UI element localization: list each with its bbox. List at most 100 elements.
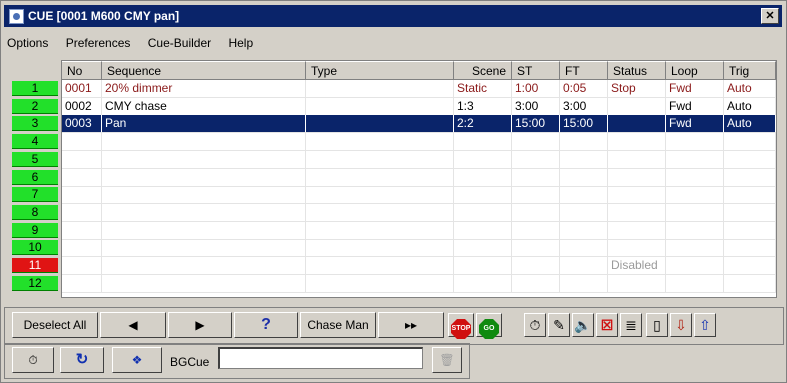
close-button[interactable]: ✕ — [761, 8, 779, 24]
cell-status — [608, 97, 666, 115]
col-header-sequence[interactable]: Sequence — [102, 61, 306, 80]
col-header-st[interactable]: ST — [512, 61, 560, 80]
col-header-type[interactable]: Type — [306, 61, 454, 80]
cell-sequence — [102, 133, 306, 151]
playback-button-12[interactable]: 12 — [12, 275, 58, 291]
table-row[interactable] — [62, 239, 776, 258]
cell-status — [608, 274, 666, 292]
stop-button[interactable]: STOP — [448, 313, 474, 339]
playback-button-5[interactable]: 5 — [12, 151, 58, 167]
table-row[interactable]: Disabled — [62, 257, 776, 275]
trash-button[interactable]: 🗑 — [432, 347, 462, 373]
playback-button-2[interactable]: 2 — [12, 98, 58, 114]
cell-loop — [666, 257, 724, 274]
cell-scene: 2:2 — [454, 115, 512, 133]
table-row[interactable] — [62, 150, 776, 169]
import-button[interactable]: ⇩ — [670, 313, 692, 337]
export-button[interactable]: ⇧ — [694, 313, 716, 337]
table-row[interactable] — [62, 168, 776, 187]
col-header-scene[interactable]: Scene — [454, 61, 512, 80]
cell-ft — [560, 203, 608, 221]
cell-trig — [724, 257, 776, 274]
title-bar: CUE [0001 M600 CMY pan] ✕ — [4, 5, 782, 27]
playback-button-8[interactable]: 8 — [12, 204, 58, 220]
cell-status — [608, 115, 666, 133]
table-row[interactable]: 0001 20% dimmer Static 1:00 0:05 Stop Fwd Auto — [62, 80, 776, 98]
cell-no — [62, 133, 102, 151]
cell-no — [62, 274, 102, 292]
menu-options[interactable]: Options — [7, 36, 48, 50]
col-header-loop[interactable]: Loop — [666, 61, 724, 80]
table-row[interactable] — [62, 186, 776, 205]
table-row[interactable]: 0002 CMY chase 1:3 3:00 3:00 Fwd Auto — [62, 97, 776, 116]
menu-preferences[interactable]: Preferences — [66, 36, 131, 50]
cell-type — [306, 115, 454, 133]
cell-scene — [454, 257, 512, 274]
playback-button-11[interactable]: 11 — [12, 258, 58, 273]
cell-sequence — [102, 221, 306, 239]
deselect-all-button[interactable]: Deselect All — [12, 312, 98, 338]
table-row[interactable] — [62, 221, 776, 240]
timer-mode-button[interactable]: ⏱ — [12, 347, 54, 373]
cell-ft — [560, 186, 608, 204]
app-icon — [9, 9, 24, 24]
delete-button[interactable]: ☒ — [596, 313, 618, 337]
loop-button[interactable]: ↻ — [60, 347, 104, 373]
cell-trig — [724, 186, 776, 204]
cell-loop — [666, 168, 724, 186]
sound-button[interactable]: 🔈 — [572, 313, 594, 337]
col-header-no[interactable]: No — [62, 61, 102, 80]
playback-button-3[interactable]: 3 — [12, 116, 58, 132]
menu-cue-builder[interactable]: Cue-Builder — [148, 36, 211, 50]
new-button[interactable]: ▯ — [646, 313, 668, 337]
cell-status — [608, 221, 666, 239]
playback-button-7[interactable]: 7 — [12, 187, 58, 203]
fast-forward-button[interactable]: ▸▸ — [378, 312, 444, 338]
timer-button[interactable]: ⏱ — [524, 313, 546, 337]
cell-trig — [724, 203, 776, 221]
cell-loop — [666, 133, 724, 151]
edit-button[interactable]: ✎ — [548, 313, 570, 337]
previous-button[interactable]: ◀ — [100, 312, 166, 338]
menu-help[interactable]: Help — [228, 36, 253, 50]
col-header-status[interactable]: Status — [608, 61, 666, 80]
cell-scene: 1:3 — [454, 97, 512, 115]
stopwatch-icon: ⏱ — [28, 353, 38, 367]
table-row[interactable] — [62, 133, 776, 152]
cell-ft — [560, 150, 608, 168]
cell-loop: Fwd — [666, 80, 724, 97]
table-row[interactable] — [62, 274, 776, 293]
table-row[interactable] — [62, 203, 776, 222]
bgcue-label: BGCue — [170, 355, 210, 369]
playback-button-4[interactable]: 4 — [12, 134, 58, 150]
cell-loop: Fwd — [666, 115, 724, 133]
cell-scene — [454, 203, 512, 221]
cell-no — [62, 257, 102, 274]
cell-ft — [560, 239, 608, 257]
col-header-ft[interactable]: FT — [560, 61, 608, 80]
cell-st — [512, 257, 560, 274]
cell-sequence — [102, 239, 306, 257]
next-button[interactable]: ▶ — [168, 312, 232, 338]
playback-button-6[interactable]: 6 — [12, 169, 58, 185]
cell-sequence: 20% dimmer — [102, 80, 306, 97]
table-row[interactable]: 0003 Pan 2:2 15:00 15:00 Fwd Auto — [62, 115, 776, 134]
playback-button-10[interactable]: 10 — [12, 240, 58, 256]
cell-no — [62, 239, 102, 257]
cell-type — [306, 168, 454, 186]
cell-status — [608, 168, 666, 186]
chase-man-button[interactable]: Chase Man — [300, 312, 376, 338]
go-button[interactable]: GO — [476, 313, 502, 339]
disabled-label: Disabled — [608, 257, 666, 274]
help-button[interactable]: ? — [234, 312, 298, 338]
list-button[interactable]: ≣ — [620, 313, 642, 337]
loop-icon: ↻ — [75, 351, 89, 368]
playback-button-1[interactable]: 1 — [12, 81, 58, 96]
sync-button[interactable]: ❖ — [112, 347, 162, 373]
window-title: CUE [0001 M600 CMY pan] — [28, 9, 180, 23]
bgcue-input[interactable] — [218, 347, 423, 369]
col-header-trig[interactable]: Trig — [724, 61, 776, 80]
cell-st — [512, 221, 560, 239]
cell-sequence — [102, 150, 306, 168]
playback-button-9[interactable]: 9 — [12, 222, 58, 238]
